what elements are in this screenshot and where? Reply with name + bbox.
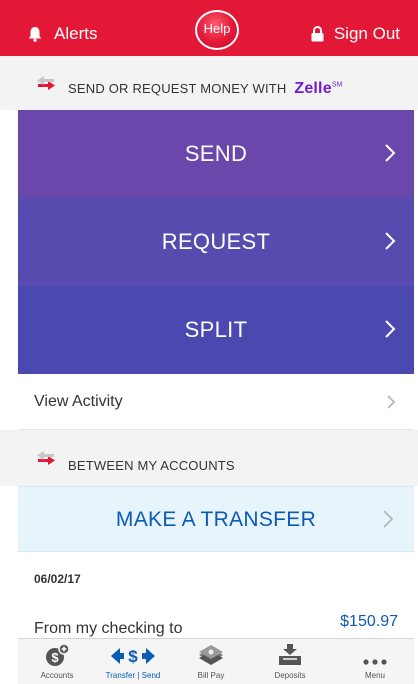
send-button[interactable]: SEND [18, 110, 414, 198]
between-accounts-header: BETWEEN MY ACCOUNTS [0, 430, 418, 486]
split-label: SPLIT [184, 317, 248, 342]
tab-transfer-send-label: Transfer | Send [105, 671, 161, 680]
tab-bill-pay-label: Bill Pay [197, 671, 225, 680]
tab-menu-label: Menu [364, 671, 385, 680]
alerts-label: Alerts [54, 24, 98, 43]
tab-bill-pay[interactable]: Bill Pay [176, 643, 246, 680]
between-accounts-title: BETWEEN MY ACCOUNTS [68, 458, 235, 473]
tab-accounts-label: Accounts [40, 671, 74, 680]
chevron-right-icon [385, 320, 396, 338]
bottom-tab-bar: $ Accounts $ Transfer | Send Bill Pay De… [18, 638, 414, 684]
chevron-right-icon [385, 232, 396, 250]
request-label: REQUEST [161, 229, 271, 254]
more-dots-icon [363, 659, 387, 665]
zelle-logo: ZelleSM [294, 80, 343, 97]
view-activity-link[interactable]: View Activity [18, 374, 414, 430]
zelle-section-title: SEND OR REQUEST MONEY WITH [68, 81, 287, 96]
sign-out-label: Sign Out [333, 24, 400, 43]
alerts-button[interactable]: Alerts [28, 24, 97, 44]
deposit-tray-icon [279, 644, 301, 665]
view-activity-label: View Activity [34, 393, 123, 410]
transfer-amount: $150.97 [340, 613, 398, 630]
tab-deposits[interactable]: Deposits [255, 643, 325, 680]
chevron-right-icon [385, 144, 396, 162]
make-transfer-button[interactable]: MAKE A TRANSFER [18, 486, 414, 552]
transfer-arrows-icon: $ [111, 647, 155, 666]
request-button[interactable]: REQUEST [18, 198, 414, 286]
bell-icon [28, 27, 42, 42]
zelle-section-header: SEND OR REQUEST MONEY WITH ZelleSM [0, 56, 418, 110]
tab-accounts[interactable]: $ Accounts [22, 643, 92, 680]
top-bar: Alerts Help Sign Out [0, 0, 418, 56]
chevron-right-icon [383, 510, 394, 528]
tab-menu[interactable]: Menu [340, 643, 410, 680]
svg-text:$: $ [51, 650, 59, 665]
sign-out-button[interactable]: Sign Out [311, 24, 400, 44]
tab-transfer-send[interactable]: $ Transfer | Send [98, 643, 168, 680]
help-button[interactable]: Help [195, 10, 239, 50]
svg-text:$: $ [128, 647, 138, 666]
split-button[interactable]: SPLIT [18, 286, 414, 374]
transfer-arrows-icon [37, 76, 55, 90]
send-label: SEND [184, 141, 248, 166]
chevron-right-icon [387, 395, 396, 409]
transfer-date: 06/02/17 [34, 572, 81, 586]
make-transfer-label: MAKE A TRANSFER [115, 508, 317, 531]
dollar-plus-icon: $ [46, 643, 70, 666]
tab-deposits-label: Deposits [274, 671, 306, 680]
lock-icon [311, 26, 324, 42]
transfer-arrows-icon [37, 451, 55, 465]
bills-icon [199, 645, 223, 665]
